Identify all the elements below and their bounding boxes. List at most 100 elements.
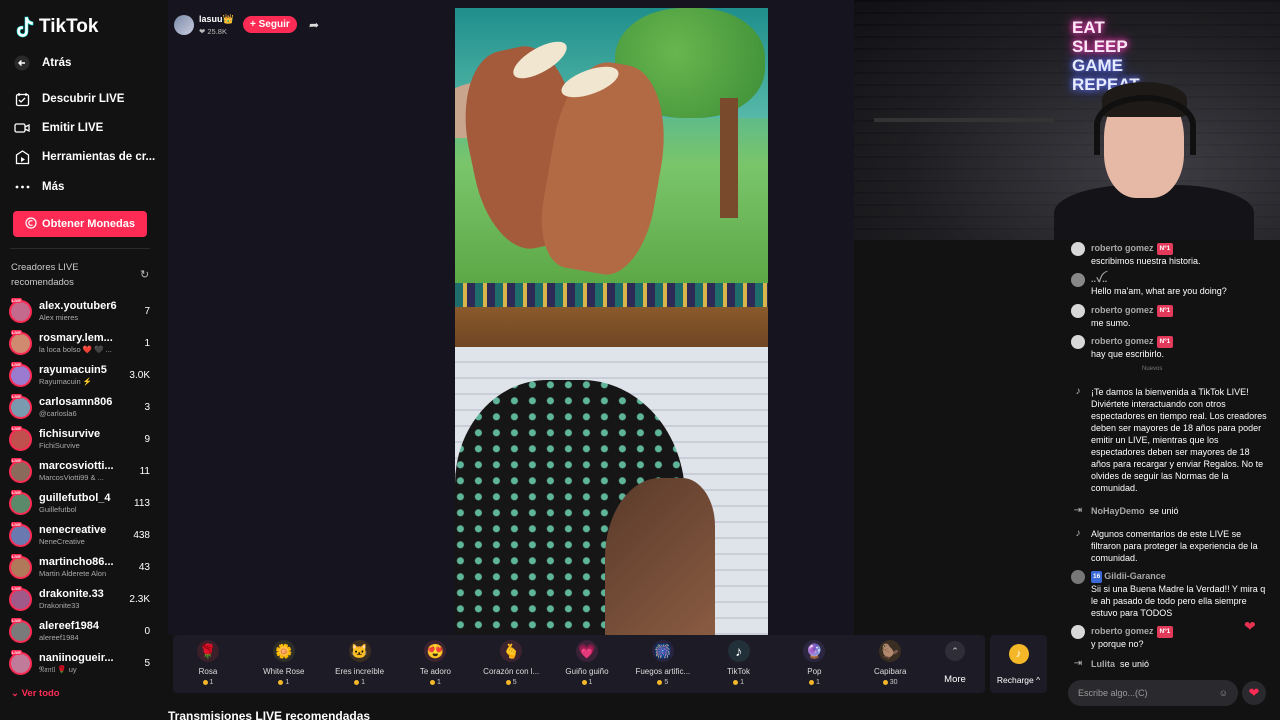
nav-more[interactable]: Más xyxy=(14,179,160,195)
streamer-webcam: EAT SLEEP GAME REPEAT xyxy=(854,0,1280,240)
gift-item[interactable]: 💗 Guiño guiño 1 xyxy=(552,640,622,686)
user-avatar[interactable] xyxy=(1071,273,1085,287)
chat-username[interactable]: roberto gomez xyxy=(1091,336,1154,346)
gift-item[interactable]: 🔮 Pop 1 xyxy=(779,640,849,686)
gift-item[interactable]: 🫰 Corazón con l... 5 xyxy=(476,640,546,686)
user-avatar[interactable] xyxy=(1071,242,1085,256)
back-button[interactable]: Atrás xyxy=(14,55,160,71)
chat-username[interactable]: ..ꪜ.. xyxy=(1091,274,1107,284)
see-all-link[interactable]: ⌄ Ver todo xyxy=(11,688,60,699)
nav-label: Herramientas de cr... xyxy=(42,151,156,163)
gift-name: Guiño guiño xyxy=(565,667,609,676)
more-gifts-button[interactable]: ⌃ More xyxy=(937,641,973,685)
creator-name: nenecreative xyxy=(39,524,107,536)
chat-username[interactable]: NoHayDemo xyxy=(1091,506,1145,516)
user-avatar[interactable] xyxy=(1071,570,1085,584)
gift-price-value: 30 xyxy=(889,679,898,686)
creator-text: marcosviotti... MarcosViotti99 & ... xyxy=(39,460,121,482)
creator-nickname: Guillefutbol xyxy=(39,505,77,514)
coin-icon: ♪ xyxy=(1008,644,1029,664)
coin-icon xyxy=(808,679,814,685)
cat-icon: 🐱 xyxy=(348,640,371,662)
nav-creator-tools[interactable]: Herramientas de cr... xyxy=(14,149,160,165)
gift-item[interactable]: 🌹 Rosa 1 xyxy=(173,640,243,686)
creator-name: drakonite.33 xyxy=(39,588,104,600)
live-badge: LIVE xyxy=(11,393,22,399)
more-dots-icon xyxy=(14,179,30,195)
nav-discover-live[interactable]: Descubrir LIVE xyxy=(14,91,160,107)
creator-item[interactable]: LIVE marcosviotti... MarcosViotti99 & ... 1… xyxy=(9,456,154,486)
creator-item[interactable]: LIVE rosmary.lem... la loca bolso ❤️ 🖤 ...… xyxy=(9,328,154,358)
gift-price-value: 1 xyxy=(815,679,820,686)
chat-username[interactable]: Lulita xyxy=(1091,659,1115,669)
creator-nickname: MarcosViotti99 & ... xyxy=(39,473,104,482)
viewer-count: 0 xyxy=(144,625,150,637)
creator-item[interactable]: LIVE rayumacuin5 Rayumacuin ⚡ 3.0K xyxy=(9,360,154,390)
divider xyxy=(10,248,150,249)
gift-item[interactable]: 🌼 White Rose 1 xyxy=(249,640,319,686)
creator-name: naniinogueir... xyxy=(39,651,114,664)
chat-username[interactable]: roberto gomez xyxy=(1091,243,1154,253)
refresh-icon[interactable]: ↻ xyxy=(140,268,149,281)
get-coins-button[interactable]: Obtener Monedas xyxy=(13,211,147,237)
neon-line: SLEEP xyxy=(1072,37,1128,56)
chat-input[interactable]: Escribe algo...(C) ☺ xyxy=(1068,680,1238,706)
creator-name: marcosviotti... xyxy=(39,460,114,472)
gift-name: Capibara xyxy=(873,667,907,676)
pop-icon: 🔮 xyxy=(803,640,826,662)
user-avatar[interactable] xyxy=(1071,625,1085,639)
creator-text: rosmary.lem... la loca bolso ❤️ 🖤 ... xyxy=(39,332,121,354)
gift-item[interactable]: ♪ TikTok 1 xyxy=(704,640,774,686)
host-info[interactable]: lasuu👑 ❤ 25.8K xyxy=(174,14,234,36)
creator-item[interactable]: LIVE alex.youtuber6 Alex mieres 7 xyxy=(9,296,154,326)
painting-frame xyxy=(455,307,768,347)
coin-icon xyxy=(882,679,888,685)
gift-item[interactable]: 😍 Te adoro 1 xyxy=(400,640,470,686)
tiktok-logo-icon xyxy=(16,16,34,38)
creator-avatar: LIVE xyxy=(9,297,32,323)
emoji-icon[interactable]: ☺ xyxy=(1219,688,1228,698)
creator-item[interactable]: LIVE naniinogueir... 𝔑𝔞𝔫𝔦𝔩 🌹 uy 5 xyxy=(9,648,154,678)
host-avatar[interactable] xyxy=(174,15,194,35)
filter-text: Algunos comentarios de este LIVE se filt… xyxy=(1091,529,1258,563)
viewer-count: 3 xyxy=(144,401,150,413)
nav-label: Más xyxy=(42,181,65,193)
creator-item[interactable]: LIVE nenecreative NeneCreative 438 xyxy=(9,520,154,550)
creator-item[interactable]: LIVE fichisurvive FichiSurvive 9 xyxy=(9,424,154,454)
user-avatar[interactable] xyxy=(1071,335,1085,349)
recharge-button[interactable]: ♪ Recharge ^ xyxy=(990,635,1047,693)
gift-price: 1 xyxy=(173,679,243,686)
chat-username[interactable]: roberto gomez xyxy=(1091,305,1154,315)
creator-nickname: Martin Alderete Alon xyxy=(39,569,107,578)
finger-heart-icon: 🫰 xyxy=(500,640,523,662)
gift-price-value: 1 xyxy=(285,679,290,686)
chat-username[interactable]: roberto gomez xyxy=(1091,626,1154,636)
gift-item[interactable]: 🎆 Fuegos artific... 5 xyxy=(628,640,698,686)
creator-item[interactable]: LIVE guillefutbol_4 Guillefutbol 113 xyxy=(9,488,154,518)
enter-icon: ⇥ xyxy=(1073,658,1083,669)
gift-item[interactable]: 🦫 Capibara 30 xyxy=(855,640,925,686)
user-avatar[interactable] xyxy=(1071,304,1085,318)
creator-avatar: LIVE xyxy=(9,521,32,547)
live-stream-area[interactable]: lasuu👑 ❤ 25.8K + Seguir ➦ xyxy=(168,0,854,635)
live-video[interactable] xyxy=(455,8,768,635)
like-heart-button[interactable]: ❤ xyxy=(1242,681,1266,705)
creator-item[interactable]: LIVE drakonite.33 Drakonite33 2.3K xyxy=(9,584,154,614)
gift-name: Rosa xyxy=(198,667,218,676)
share-icon[interactable]: ➦ xyxy=(309,18,319,32)
gift-item[interactable]: 🐱 Eres increíble 1 xyxy=(325,640,395,686)
chat-input-placeholder: Escribe algo...(C) xyxy=(1078,688,1148,698)
chat-username[interactable]: Gildii-Garance xyxy=(1104,571,1166,581)
nav-go-live[interactable]: Emitir LIVE xyxy=(14,120,160,136)
creator-item[interactable]: LIVE alereef1984 alereef1984 0 xyxy=(9,616,154,646)
creator-nickname: NeneCreative xyxy=(39,537,85,546)
coin-icon xyxy=(429,679,435,685)
level-badge: 16 xyxy=(1091,570,1103,583)
horse-painting xyxy=(455,8,768,293)
shelf xyxy=(874,118,1054,122)
follow-button[interactable]: + Seguir xyxy=(243,16,297,33)
creator-item[interactable]: LIVE martincho86... Martin Alderete Alon 43 xyxy=(9,552,154,582)
creator-item[interactable]: LIVE carlosamn806 @carlosla6 3 xyxy=(9,392,154,422)
tiktok-logo[interactable]: TikTok xyxy=(16,16,98,38)
host-name[interactable]: lasuu👑 xyxy=(199,14,234,25)
